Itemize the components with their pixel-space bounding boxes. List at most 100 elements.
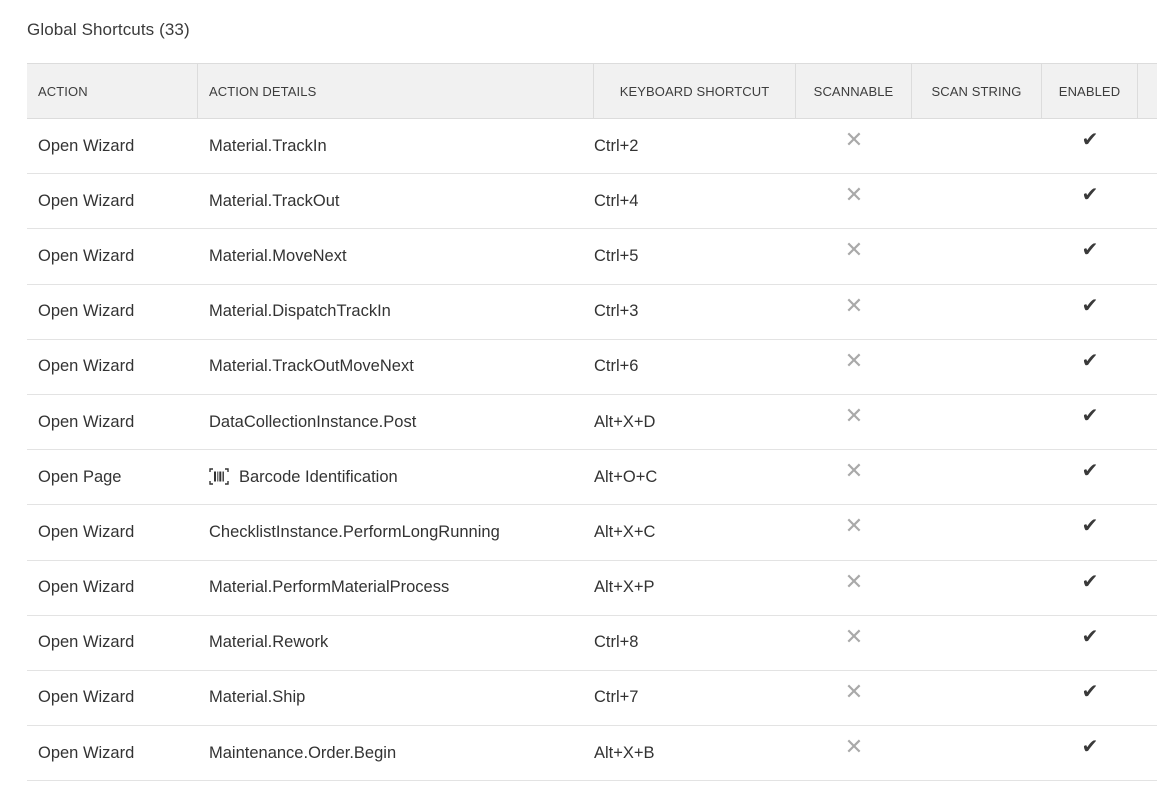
x-icon: ✕ [844, 513, 864, 539]
cell-keyboard-shortcut: Ctrl+2 [594, 136, 639, 155]
check-icon: ✔ [1081, 736, 1099, 759]
cell-spacer [1138, 561, 1157, 615]
cell-keyboard-shortcut: Ctrl+8 [594, 633, 639, 652]
cell-scan-string [912, 726, 1042, 780]
cell-scannable: ✕ [796, 229, 912, 283]
cell-keyboard-shortcut: Alt+O+C [594, 467, 658, 486]
cell-scannable: ✕ [796, 561, 912, 615]
cell-scannable: ✕ [796, 450, 912, 504]
cell-action-details-text: Material.TrackIn [209, 136, 327, 155]
cell-action: Open Wizard [38, 578, 135, 597]
column-header-enabled[interactable]: ENABLED [1042, 64, 1138, 118]
cell-enabled: ✔ [1042, 174, 1138, 228]
check-icon: ✔ [1081, 515, 1099, 538]
shortcuts-table: ACTION ACTION DETAILS KEYBOARD SHORTCUT … [27, 63, 1157, 782]
x-icon: ✕ [844, 623, 864, 649]
cell-scan-string [912, 340, 1042, 394]
cell-scannable: ✕ [796, 174, 912, 228]
cell-scan-string [912, 505, 1042, 559]
cell-action-details-text: Material.TrackOutMoveNext [209, 357, 414, 376]
cell-action: Open Wizard [38, 136, 135, 155]
cell-scan-string [912, 450, 1042, 504]
cell-action-details-text: Material.MoveNext [209, 246, 347, 265]
cell-action-details-text: Material.Rework [209, 633, 329, 652]
table-row[interactable]: Open Page Barcode Identification Alt+O+C ✕ ✔ [27, 450, 1157, 506]
x-icon: ✕ [844, 182, 864, 208]
table-row[interactable]: Open Wizard Material.TrackIn Ctrl+2 ✕ ✔ [27, 119, 1157, 175]
cell-scan-string [912, 229, 1042, 283]
barcode-icon [209, 468, 229, 485]
cell-enabled: ✔ [1042, 340, 1138, 394]
cell-action: Open Wizard [38, 357, 135, 376]
cell-scan-string [912, 616, 1042, 670]
table-row[interactable]: Open Wizard Material.Rework Ctrl+8 ✕ ✔ [27, 616, 1157, 671]
cell-action-details: DataCollectionInstance.Post [198, 395, 594, 449]
check-icon: ✔ [1081, 349, 1099, 372]
cell-keyboard-shortcut: Alt+X+C [594, 522, 656, 541]
table-row[interactable]: Open Wizard Maintenance.Order.Begin Alt+X+… [27, 726, 1157, 782]
cell-action-details-text: DataCollectionInstance.Post [209, 412, 417, 431]
cell-action: Open Wizard [38, 688, 135, 707]
table-body: Open Wizard Material.TrackIn Ctrl+2 ✕ ✔ Open … [27, 119, 1157, 782]
shortcuts-panel: Global Shortcuts (33) ACTION ACTION DETA… [9, 0, 1157, 785]
cell-scannable: ✕ [796, 395, 912, 449]
cell-action-details-text: Barcode Identification [239, 467, 398, 486]
check-icon: ✔ [1081, 184, 1099, 207]
cell-enabled: ✔ [1042, 450, 1138, 504]
cell-spacer [1138, 229, 1157, 283]
cell-action: Open Wizard [38, 191, 135, 210]
x-icon: ✕ [844, 347, 864, 373]
panel-title: Global Shortcuts (33) [27, 20, 190, 39]
table-row[interactable]: Open Wizard Material.TrackOutMoveNext Ctrl… [27, 340, 1157, 395]
cell-enabled: ✔ [1042, 726, 1138, 780]
cell-scan-string [912, 395, 1042, 449]
column-header-keyboard-shortcut[interactable]: KEYBOARD SHORTCUT [594, 64, 796, 118]
table-row[interactable]: Open Wizard Material.MoveNext Ctrl+5 ✕ ✔ [27, 229, 1157, 285]
cell-spacer [1138, 450, 1157, 504]
table-row[interactable]: Open Wizard Material.PerformMaterialProce… [27, 561, 1157, 616]
x-icon: ✕ [844, 734, 864, 760]
cell-action-details: Material.PerformMaterialProcess [198, 561, 594, 615]
column-header-scan-string[interactable]: SCAN STRING [912, 64, 1042, 118]
cell-enabled: ✔ [1042, 505, 1138, 559]
cell-action-details: ChecklistInstance.PerformLongRunning [198, 505, 594, 559]
check-icon: ✔ [1081, 570, 1099, 593]
cell-action: Open Wizard [38, 302, 135, 321]
check-icon: ✔ [1081, 460, 1099, 483]
column-header-action[interactable]: ACTION [27, 64, 198, 118]
check-icon: ✔ [1081, 239, 1099, 262]
cell-spacer [1138, 726, 1157, 780]
table-row[interactable]: Open Wizard Material.Ship Ctrl+7 ✕ ✔ [27, 671, 1157, 727]
cell-action-details: Material.TrackIn [198, 119, 594, 173]
table-row[interactable]: Open Wizard Material.DispatchTrackIn Ctrl+… [27, 285, 1157, 340]
cell-enabled: ✔ [1042, 119, 1138, 173]
x-icon: ✕ [844, 292, 864, 318]
cell-scan-string [912, 285, 1042, 339]
cell-action-details-text: Material.PerformMaterialProcess [209, 578, 450, 597]
table-row[interactable]: Open Wizard Material.TrackOut Ctrl+4 ✕ ✔ [27, 174, 1157, 230]
table-row[interactable]: Open Wizard DataCollectionInstance.Post Al… [27, 395, 1157, 451]
cell-enabled: ✔ [1042, 616, 1138, 670]
cell-action-details: Material.TrackOut [198, 174, 594, 228]
cell-keyboard-shortcut: Ctrl+7 [594, 688, 639, 707]
x-icon: ✕ [844, 127, 864, 153]
cell-action-details: Material.Ship [198, 671, 594, 725]
cell-enabled: ✔ [1042, 229, 1138, 283]
cell-enabled: ✔ [1042, 285, 1138, 339]
x-icon: ✕ [844, 678, 864, 704]
column-header-scannable[interactable]: SCANNABLE [796, 64, 912, 118]
table-header: ACTION ACTION DETAILS KEYBOARD SHORTCUT … [27, 63, 1157, 119]
cell-action-details: Barcode Identification [198, 450, 594, 504]
cell-scannable: ✕ [796, 340, 912, 394]
cell-spacer [1138, 340, 1157, 394]
table-row[interactable]: Open Wizard ChecklistInstance.PerformLong… [27, 505, 1157, 561]
column-header-spacer [1138, 64, 1157, 118]
cell-enabled: ✔ [1042, 561, 1138, 615]
cell-action-details: Material.Rework [198, 616, 594, 670]
cell-scannable: ✕ [796, 505, 912, 559]
cell-action: Open Wizard [38, 522, 135, 541]
column-header-action-details[interactable]: ACTION DETAILS [198, 64, 594, 118]
cell-action-details: Material.MoveNext [198, 229, 594, 283]
cell-keyboard-shortcut: Ctrl+3 [594, 302, 639, 321]
cell-action-details-text: ChecklistInstance.PerformLongRunning [209, 522, 500, 541]
